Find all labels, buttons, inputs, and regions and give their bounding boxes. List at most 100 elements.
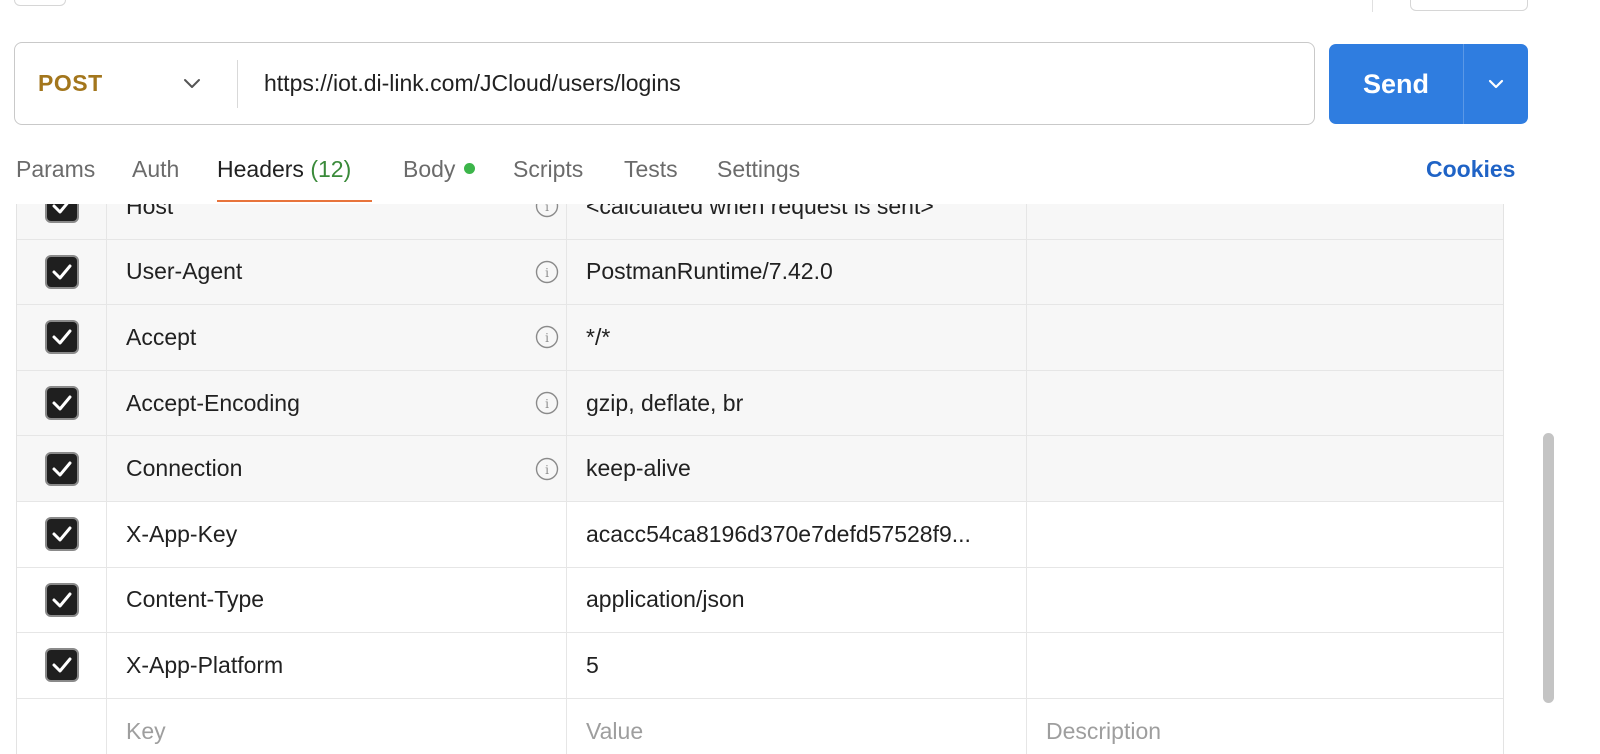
new-key-input[interactable]: Key <box>107 698 567 754</box>
info-icon[interactable]: i <box>535 325 559 349</box>
chevron-down-icon <box>184 79 200 88</box>
svg-text:i: i <box>545 463 549 477</box>
header-value: PostmanRuntime/7.42.0 <box>567 239 1027 305</box>
cookies-link[interactable]: Cookies <box>1426 156 1515 183</box>
svg-text:i: i <box>545 331 549 345</box>
new-description-input[interactable]: Description <box>1027 699 1503 754</box>
top-divider <box>1372 0 1373 12</box>
header-key-text: Accept <box>126 323 197 350</box>
header-value-text: 5 <box>586 651 599 678</box>
table-row: X-App-Key acacc54ca8196d370e7defd57528f9… <box>17 501 1503 568</box>
header-value-text: application/json <box>586 586 745 613</box>
body-status-dot <box>464 163 476 175</box>
checkbox-cell <box>17 239 107 305</box>
header-key[interactable]: Content-Type <box>107 567 567 633</box>
header-value: keep-alive <box>567 436 1027 501</box>
info-icon[interactable]: i <box>535 391 559 415</box>
header-value: */* <box>567 305 1027 370</box>
header-description[interactable] <box>1027 568 1503 633</box>
header-key-text: X-App-Platform <box>126 651 284 678</box>
scrollbar-thumb[interactable] <box>1543 433 1554 703</box>
value-placeholder: Value <box>586 717 644 744</box>
checkbox-cell <box>17 501 107 567</box>
header-enabled-checkbox[interactable] <box>44 451 79 486</box>
table-row: X-App-Platform 5 <box>17 633 1503 699</box>
key-placeholder: Key <box>126 717 166 744</box>
checkbox-cell <box>17 204 107 239</box>
header-key: User-Agent i <box>107 239 567 305</box>
header-description[interactable] <box>1027 633 1503 698</box>
tab-settings[interactable]: Settings <box>717 156 800 183</box>
checkbox-cell <box>17 436 107 501</box>
header-enabled-checkbox[interactable] <box>44 254 79 289</box>
checkmark-icon <box>52 461 71 477</box>
header-value-text: PostmanRuntime/7.42.0 <box>586 258 833 285</box>
checkmark-icon <box>52 592 71 608</box>
table-row: User-Agent i PostmanRuntime/7.42.0 <box>17 239 1503 306</box>
header-key-text: X-App-Key <box>126 520 238 547</box>
header-enabled-checkbox[interactable] <box>44 386 79 421</box>
header-value-text: acacc54ca8196d370e7defd57528f9... <box>586 520 971 547</box>
description-placeholder: Description <box>1046 717 1162 744</box>
header-value-text: keep-alive <box>586 455 691 482</box>
url-bar: POST <box>14 42 1315 125</box>
checkmark-icon <box>52 526 71 542</box>
header-key[interactable]: X-App-Platform <box>107 633 567 698</box>
header-key-text: Content-Type <box>126 586 265 613</box>
send-button[interactable]: Send <box>1329 44 1463 124</box>
header-enabled-checkbox[interactable] <box>44 582 79 617</box>
header-description[interactable] <box>1027 502 1503 567</box>
header-key-text: Connection <box>126 455 243 482</box>
header-description <box>1027 305 1503 370</box>
request-tabs: Params Auth Headers (12) Body Scripts Te… <box>0 140 1600 204</box>
new-value-input[interactable]: Value <box>567 698 1027 754</box>
table-row: Content-Type application/json <box>17 567 1503 634</box>
header-value[interactable]: acacc54ca8196d370e7defd57528f9... <box>567 501 1027 567</box>
header-key-text: User-Agent <box>126 258 243 285</box>
method-select[interactable]: POST <box>15 43 237 124</box>
header-description <box>1027 371 1503 436</box>
active-tab-indicator <box>217 200 372 202</box>
header-value[interactable]: 5 <box>567 633 1027 698</box>
header-value: gzip, deflate, br <box>567 370 1027 436</box>
table-row: Accept i */* <box>17 305 1503 371</box>
table-row: Host i <calculated when request is sent> <box>17 204 1503 240</box>
header-enabled-checkbox[interactable] <box>44 320 79 355</box>
send-options-button[interactable] <box>1464 44 1528 124</box>
headers-count-badge: (12) <box>310 156 352 182</box>
table-row: Connection i keep-alive <box>17 436 1503 502</box>
svg-text:i: i <box>545 266 549 280</box>
top-left-control[interactable] <box>14 0 66 6</box>
checkmark-icon <box>52 264 71 280</box>
header-value-text: */* <box>586 323 611 350</box>
top-right-control[interactable] <box>1410 0 1528 11</box>
tab-auth[interactable]: Auth <box>132 156 179 183</box>
new-header-row: Key Value Description <box>17 698 1503 754</box>
checkmark-icon <box>52 657 71 673</box>
tab-tests[interactable]: Tests <box>624 156 678 183</box>
info-icon[interactable]: i <box>535 457 559 481</box>
info-icon[interactable]: i <box>535 204 559 218</box>
header-value[interactable]: application/json <box>567 567 1027 633</box>
url-input[interactable] <box>238 43 1314 124</box>
checkmark-icon <box>52 329 71 345</box>
header-key: Connection i <box>107 436 567 501</box>
header-enabled-checkbox[interactable] <box>44 204 79 224</box>
tab-body[interactable]: Body <box>403 156 476 183</box>
checkbox-cell <box>17 698 107 754</box>
checkmark-icon <box>52 204 69 214</box>
header-enabled-checkbox[interactable] <box>44 648 79 683</box>
header-key[interactable]: X-App-Key <box>107 501 567 567</box>
tab-headers[interactable]: Headers (12) <box>217 156 351 183</box>
checkbox-cell <box>17 633 107 698</box>
tab-params[interactable]: Params <box>16 156 95 183</box>
header-value-text: <calculated when request is sent> <box>586 204 934 219</box>
send-group: Send <box>1329 44 1528 124</box>
request-editor: POST Send Params Auth Headers (12) Body … <box>0 0 1600 754</box>
svg-text:i: i <box>545 204 549 214</box>
tab-scripts[interactable]: Scripts <box>513 156 583 183</box>
tab-body-label: Body <box>403 156 456 182</box>
info-icon[interactable]: i <box>535 260 559 284</box>
checkmark-icon <box>52 395 71 411</box>
header-enabled-checkbox[interactable] <box>44 517 79 552</box>
